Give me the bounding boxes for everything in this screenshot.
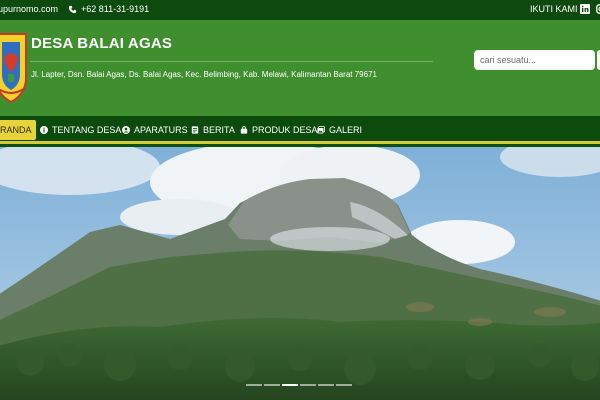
- site-title[interactable]: DESA BALAI AGAS: [31, 35, 172, 52]
- nav-item-beranda[interactable]: RANDA: [0, 120, 36, 140]
- slide-indicator-3[interactable]: [282, 384, 298, 386]
- village-address: Jl. Lapter, Dsn. Balai Agas, Ds. Balai A…: [31, 70, 377, 79]
- linkedin-icon[interactable]: [580, 4, 590, 14]
- gallery-icon: [317, 126, 325, 134]
- info-icon: [40, 126, 48, 134]
- slide-indicator-4[interactable]: [300, 384, 316, 386]
- nav-item-label: PRODUK DESA: [252, 125, 318, 135]
- header-divider: [30, 61, 433, 62]
- slider-indicators: [246, 384, 352, 386]
- site-header: DESA BALAI AGAS Jl. Lapter, Dsn. Balai A…: [0, 20, 600, 116]
- email-text[interactable]: upurnomo.com: [0, 4, 58, 14]
- nav-item-produk-desa[interactable]: PRODUK DESA: [240, 120, 318, 140]
- shopping-bag-icon: [240, 126, 248, 134]
- slide-indicator-5[interactable]: [318, 384, 334, 386]
- phone-contact[interactable]: +62 811-31-9191: [68, 4, 149, 14]
- nav-item-label: APARATURS: [134, 125, 188, 135]
- phone-icon: [68, 5, 77, 13]
- instagram-icon[interactable]: [596, 4, 600, 14]
- village-logo[interactable]: [0, 28, 28, 106]
- user-icon: [122, 126, 130, 134]
- slide-indicator-2[interactable]: [264, 384, 280, 386]
- hero-slider[interactable]: [0, 147, 600, 400]
- follow-label: IKUTI KAMI :: [530, 4, 583, 14]
- nav-item-aparaturs[interactable]: APARATURS: [122, 120, 188, 140]
- news-icon: [191, 126, 199, 134]
- slide-indicator-6[interactable]: [336, 384, 352, 386]
- hero-image-mountain: [0, 147, 600, 400]
- top-bar: upurnomo.com +62 811-31-9191 IKUTI KAMI …: [0, 0, 600, 20]
- slide-indicator-1[interactable]: [246, 384, 262, 386]
- nav-item-label: RANDA: [0, 125, 32, 135]
- nav-item-tentang-desa[interactable]: TENTANG DESA: [40, 120, 121, 140]
- nav-item-label: GALERI: [329, 125, 363, 135]
- nav-item-label: TENTANG DESA: [52, 125, 122, 135]
- nav-item-label: BERITA: [203, 125, 235, 135]
- nav-item-berita[interactable]: BERITA: [191, 120, 235, 140]
- search-input[interactable]: [474, 50, 595, 70]
- main-nav: RANDA TENTANG DESA APARATURS BERITA PROD…: [0, 116, 600, 144]
- phone-text: +62 811-31-9191: [81, 4, 150, 14]
- nav-item-galeri[interactable]: GALERI: [317, 120, 362, 140]
